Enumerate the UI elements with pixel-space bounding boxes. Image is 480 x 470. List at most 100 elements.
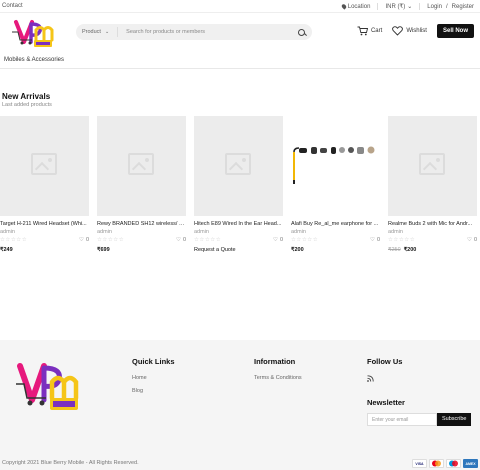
like-count: 0 bbox=[182, 237, 186, 243]
product-old-price: ₹250 bbox=[388, 247, 401, 253]
product-card[interactable]: Target H-211 Wired Headset (Whi... admin… bbox=[0, 116, 89, 253]
payment-cards: VISA AMEX bbox=[412, 459, 478, 468]
rating-row: ☆☆☆☆☆ ♡ 0 bbox=[291, 237, 380, 243]
product-seller[interactable]: admin bbox=[291, 229, 380, 235]
product-name[interactable]: Realme Buds 2 with Mic for Andr... bbox=[388, 221, 477, 227]
newsletter-title: Newsletter bbox=[367, 398, 405, 407]
search-input[interactable]: Search for products or members bbox=[126, 29, 298, 35]
request-quote-link[interactable]: Request a Quote bbox=[194, 247, 283, 253]
footer-link-blog[interactable]: Blog bbox=[132, 388, 175, 394]
location-selector[interactable]: Location bbox=[340, 3, 371, 10]
rss-icon[interactable] bbox=[367, 375, 374, 382]
like-count: 0 bbox=[376, 237, 380, 243]
product-name[interactable]: Target H-211 Wired Headset (Whi... bbox=[0, 221, 89, 227]
newsletter-form: Enter your email Subscribe bbox=[367, 413, 472, 426]
copyright-text: Copyright 2021 Blue Berry Mobile - All R… bbox=[2, 460, 139, 466]
subscribe-button[interactable]: Subscribe bbox=[437, 413, 472, 426]
newsletter-email-input[interactable]: Enter your email bbox=[367, 413, 437, 426]
information-title: Information bbox=[254, 357, 296, 366]
chevron-down-icon: ⌄ bbox=[407, 4, 413, 10]
footer: Quick Links Home Blog Information Terms … bbox=[0, 340, 480, 470]
search-category-select[interactable]: Product ⌄ bbox=[76, 27, 119, 37]
maestro-card-icon bbox=[446, 459, 461, 468]
product-image[interactable] bbox=[388, 116, 477, 216]
contact-link[interactable]: Contact bbox=[2, 3, 23, 9]
like-count: 0 bbox=[279, 237, 283, 243]
product-image[interactable] bbox=[291, 116, 380, 216]
heart-icon: ♡ bbox=[467, 237, 472, 243]
footer-link-terms[interactable]: Terms & Conditions bbox=[254, 375, 302, 381]
product-price-value: ₹200 bbox=[403, 247, 417, 253]
divider bbox=[419, 3, 421, 10]
chevron-down-icon: ⌄ bbox=[104, 29, 110, 35]
product-seller[interactable]: admin bbox=[0, 229, 89, 235]
visa-card-icon: VISA bbox=[412, 459, 427, 468]
like-counter[interactable]: ♡ 0 bbox=[370, 237, 380, 243]
like-counter[interactable]: ♡ 0 bbox=[467, 237, 477, 243]
star-rating-icon: ☆☆☆☆☆ bbox=[0, 237, 28, 243]
site-logo[interactable] bbox=[10, 16, 58, 50]
section-subtitle: Last added products bbox=[2, 102, 52, 108]
currency-label: INR (₹) bbox=[385, 4, 406, 10]
heart-icon: ♡ bbox=[176, 237, 181, 243]
follow-us-column: Follow Us bbox=[367, 357, 402, 384]
product-card[interactable]: Hitech E89 Wired In the Ear Head... admi… bbox=[194, 116, 283, 253]
category-nav: Mobiles & Accessories bbox=[4, 57, 64, 63]
product-price: ₹249 bbox=[0, 247, 89, 253]
product-name[interactable]: Rewy BRANDED SH12 wireless/ Bl... bbox=[97, 221, 186, 227]
header-actions: Cart Wishlist Sell Now bbox=[357, 24, 474, 38]
mastercard-icon bbox=[429, 459, 444, 468]
product-name[interactable]: Hitech E89 Wired In the Ear Head... bbox=[194, 221, 283, 227]
top-bar: Contact Location INR (₹) ⌄ Login / Regis… bbox=[0, 0, 480, 13]
header-divider bbox=[0, 68, 480, 69]
product-grid: Target H-211 Wired Headset (Whi... admin… bbox=[0, 116, 480, 253]
like-count: 0 bbox=[85, 237, 89, 243]
wishlist-button[interactable]: Wishlist bbox=[392, 26, 427, 36]
product-price: ₹699 bbox=[97, 247, 186, 253]
login-link[interactable]: Login bbox=[427, 4, 442, 10]
rating-row: ☆☆☆☆☆ ♡ 0 bbox=[97, 237, 186, 243]
heart-icon: ♡ bbox=[79, 237, 84, 243]
rating-row: ☆☆☆☆☆ ♡ 0 bbox=[388, 237, 477, 243]
nav-item-mobiles-accessories[interactable]: Mobiles & Accessories bbox=[4, 57, 64, 63]
product-seller[interactable]: admin bbox=[97, 229, 186, 235]
rating-row: ☆☆☆☆☆ ♡ 0 bbox=[194, 237, 283, 243]
product-seller[interactable]: admin bbox=[194, 229, 283, 235]
image-placeholder-icon bbox=[31, 153, 57, 175]
cart-button[interactable]: Cart bbox=[357, 26, 382, 36]
star-rating-icon: ☆☆☆☆☆ bbox=[97, 237, 125, 243]
information-column: Information Terms & Conditions bbox=[254, 357, 302, 388]
footer-link-home[interactable]: Home bbox=[132, 375, 175, 381]
cart-icon bbox=[357, 26, 368, 36]
like-counter[interactable]: ♡ 0 bbox=[176, 237, 186, 243]
currency-selector[interactable]: INR (₹) ⌄ bbox=[385, 3, 412, 10]
image-placeholder-icon bbox=[419, 153, 445, 175]
amex-card-icon: AMEX bbox=[463, 459, 478, 468]
product-price: ₹200 bbox=[291, 247, 380, 253]
like-counter[interactable]: ♡ 0 bbox=[273, 237, 283, 243]
star-rating-icon: ☆☆☆☆☆ bbox=[291, 237, 319, 243]
like-counter[interactable]: ♡ 0 bbox=[79, 237, 89, 243]
wishlist-label: Wishlist bbox=[406, 28, 427, 34]
product-name[interactable]: Alafi Buy Re_al_me earphone for ... bbox=[291, 221, 380, 227]
product-card[interactable]: Rewy BRANDED SH12 wireless/ Bl... admin … bbox=[97, 116, 186, 253]
footer-logo[interactable] bbox=[14, 356, 84, 418]
product-price: ₹250 ₹200 bbox=[388, 247, 477, 253]
sell-now-button[interactable]: Sell Now bbox=[436, 24, 474, 38]
image-placeholder-icon bbox=[128, 153, 154, 175]
quick-links-title: Quick Links bbox=[132, 357, 175, 366]
image-placeholder-icon bbox=[225, 153, 251, 175]
star-rating-icon: ☆☆☆☆☆ bbox=[194, 237, 222, 243]
product-image[interactable] bbox=[97, 116, 186, 216]
product-card[interactable]: Alafi Buy Re_al_me earphone for ... admi… bbox=[291, 116, 380, 253]
product-image[interactable] bbox=[0, 116, 89, 216]
location-label: Location bbox=[347, 3, 371, 10]
product-seller[interactable]: admin bbox=[388, 229, 477, 235]
search-icon[interactable] bbox=[298, 28, 305, 36]
heart-icon: ♡ bbox=[273, 237, 278, 243]
product-card[interactable]: Realme Buds 2 with Mic for Andr... admin… bbox=[388, 116, 477, 253]
register-link[interactable]: Register bbox=[452, 4, 474, 10]
heart-icon bbox=[392, 26, 404, 36]
product-image[interactable] bbox=[194, 116, 283, 216]
rating-row: ☆☆☆☆☆ ♡ 0 bbox=[0, 237, 89, 243]
